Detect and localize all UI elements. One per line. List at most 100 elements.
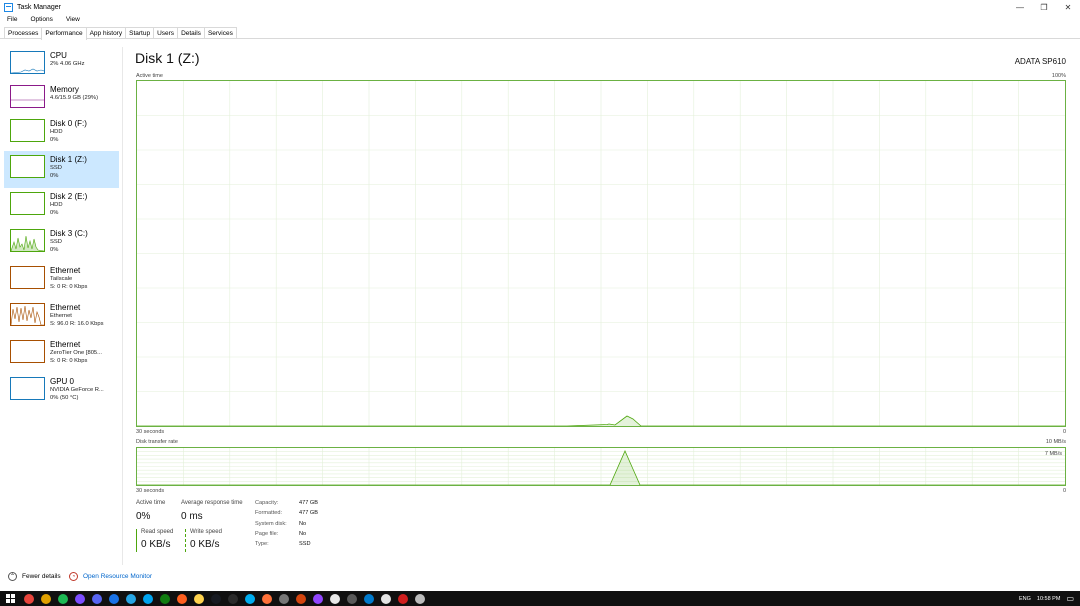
sidebar-item-name: Disk 1 (Z:) xyxy=(50,155,87,164)
taskbar-app-icon[interactable] xyxy=(75,593,85,604)
avg-response-label: Average response time xyxy=(181,500,243,506)
sidebar-thumbnail-graph xyxy=(10,51,45,74)
sidebar-item-name: Disk 0 (F:) xyxy=(50,119,87,128)
sidebar-item-detail: Ethernet xyxy=(50,313,72,319)
taskbar-app-icon[interactable] xyxy=(330,593,340,604)
sidebar-item[interactable]: Ethernet Tailscale S: 0 R: 0 Kbps xyxy=(4,262,119,299)
taskbar-app-icon[interactable] xyxy=(228,593,238,604)
read-speed-label: Read speed xyxy=(141,529,174,535)
sidebar-item[interactable]: Disk 3 (C:) SSD 0% xyxy=(4,225,119,262)
tab-users[interactable]: Users xyxy=(153,27,179,38)
sidebar-item-detail: SSD xyxy=(50,165,62,171)
sidebar-item-usage: S: 0 R: 0 Kbps xyxy=(50,284,88,290)
sidebar-item[interactable]: Ethernet ZeroTier One [805... S: 0 R: 0 Kb… xyxy=(4,336,119,373)
taskbar-app-icon[interactable] xyxy=(262,593,272,604)
taskbar-app-icon[interactable] xyxy=(381,593,391,604)
taskbar-app-icon[interactable] xyxy=(194,593,204,604)
detail-value: No xyxy=(299,530,307,537)
fewer-details-button[interactable]: ⌃ Fewer details xyxy=(8,572,61,581)
sidebar-item-detail: ZeroTier One [805... xyxy=(50,350,102,356)
sidebar-item[interactable]: GPU 0 NVIDIA GeForce R... 0% (50 °C) xyxy=(4,373,119,410)
task-manager-icon xyxy=(4,2,13,12)
tab-details[interactable]: Details xyxy=(177,27,205,38)
sidebar-item-detail: SSD xyxy=(50,239,62,245)
sidebar-item-detail: HDD xyxy=(50,202,63,208)
detail-key: Capacity: xyxy=(255,500,279,506)
clock[interactable]: 10:58 PM xyxy=(1037,596,1061,602)
taskbar-app-icon[interactable] xyxy=(109,593,119,604)
sidebar-divider xyxy=(122,47,123,565)
sparkline xyxy=(11,235,44,251)
taskbar-app-icon[interactable] xyxy=(41,593,51,604)
active-time-graph-xright: 0 xyxy=(1062,429,1066,435)
taskbar-app-icon[interactable] xyxy=(126,593,136,604)
active-time-graph-svg xyxy=(137,81,1065,427)
windows-start-icon[interactable] xyxy=(6,593,16,604)
sidebar-item-name: Disk 2 (E:) xyxy=(50,192,88,201)
taskbar-app-icon[interactable] xyxy=(279,593,289,604)
taskbar-app-icon[interactable] xyxy=(364,593,374,604)
sidebar-thumbnail-graph xyxy=(10,155,45,178)
sidebar-item[interactable]: Disk 2 (E:) HDD 0% xyxy=(4,188,119,225)
system-tray: ENG 10:58 PM ▭ xyxy=(1019,591,1080,606)
detail-key: Type: xyxy=(255,541,269,548)
sidebar-item-usage: 0% xyxy=(50,247,59,253)
tab-performance[interactable]: Performance xyxy=(41,27,87,40)
sparkline xyxy=(11,68,44,73)
taskbar-app-icon[interactable] xyxy=(415,593,425,604)
menu-options[interactable]: Options xyxy=(23,14,58,25)
sidebar-item-usage: 0% (50 °C) xyxy=(50,395,79,401)
window-controls: — ❐ ✕ xyxy=(1008,0,1080,14)
restore-button[interactable]: ❐ xyxy=(1032,0,1056,14)
taskbar-app-icon[interactable] xyxy=(347,593,357,604)
sidebar-item[interactable]: Ethernet Ethernet S: 96.0 R: 16.0 Kbps xyxy=(4,299,119,336)
sidebar-thumbnail-graph xyxy=(10,192,45,215)
sidebar-thumbnail-graph xyxy=(10,119,45,142)
avg-response-value: 0 ms xyxy=(181,511,203,522)
open-resource-monitor-link[interactable]: ◔ Open Resource Monitor xyxy=(69,572,152,581)
detail-value: 477 GB xyxy=(299,510,318,517)
taskbar-app-icon[interactable] xyxy=(313,593,323,604)
sidebar-item[interactable]: Disk 1 (Z:) SSD 0% xyxy=(4,151,119,188)
sidebar-item-usage: 0% xyxy=(50,210,59,216)
sidebar-item-detail: 4.6/15.9 GB (29%) xyxy=(50,95,99,101)
minimize-button[interactable]: — xyxy=(1008,0,1032,14)
transfer-rate-graph-label: Disk transfer rate xyxy=(136,439,178,445)
sidebar-item-name: Ethernet xyxy=(50,266,81,275)
active-time-graph xyxy=(136,80,1066,427)
detail-value: No xyxy=(299,520,307,527)
close-button[interactable]: ✕ xyxy=(1056,0,1080,14)
taskbar-app-icon[interactable] xyxy=(245,593,255,604)
taskbar-app-icon[interactable] xyxy=(24,593,34,604)
disk-model: ADATA SP610 xyxy=(1014,57,1066,66)
taskbar-app-icon[interactable] xyxy=(398,593,408,604)
notification-icon[interactable]: ▭ xyxy=(1066,594,1074,603)
detail-value: SSD xyxy=(299,541,311,548)
active-time-graph-max: 100% xyxy=(1051,73,1066,79)
taskbar-app-icon[interactable] xyxy=(92,593,102,604)
menu-file[interactable]: File xyxy=(0,14,23,25)
active-time-label: Active time xyxy=(136,500,166,506)
tab-startup[interactable]: Startup xyxy=(125,27,155,38)
taskbar-app-icon[interactable] xyxy=(211,593,221,604)
sidebar-item-usage: S: 96.0 R: 16.0 Kbps xyxy=(50,321,104,327)
menu-bar: File Options View xyxy=(0,14,86,25)
tab-app-history[interactable]: App history xyxy=(85,27,127,38)
language-indicator[interactable]: ENG xyxy=(1019,596,1031,602)
active-time-graph-label: Active time xyxy=(136,73,163,79)
transfer-rate-graph: 7 MB/s xyxy=(136,447,1066,486)
taskbar-app-icon[interactable] xyxy=(58,593,68,604)
sidebar-item[interactable]: Memory 4.6/15.9 GB (29%) xyxy=(4,81,119,118)
taskbar-app-icon[interactable] xyxy=(143,593,153,604)
taskbar-app-icon[interactable] xyxy=(296,593,306,604)
tab-processes[interactable]: Processes xyxy=(4,27,43,38)
open-resource-monitor-label: Open Resource Monitor xyxy=(83,573,153,580)
taskbar-app-icon[interactable] xyxy=(177,593,187,604)
sidebar-item[interactable]: Disk 0 (F:) HDD 0% xyxy=(4,115,119,152)
sidebar-item[interactable]: CPU 2% 4.06 GHz xyxy=(4,47,119,84)
sidebar-thumbnail-graph xyxy=(10,85,45,108)
tab-services[interactable]: Services xyxy=(203,27,237,38)
menu-view[interactable]: View xyxy=(59,14,86,25)
taskbar-app-icon[interactable] xyxy=(160,593,170,604)
sidebar-item-usage: 0% xyxy=(50,173,59,179)
